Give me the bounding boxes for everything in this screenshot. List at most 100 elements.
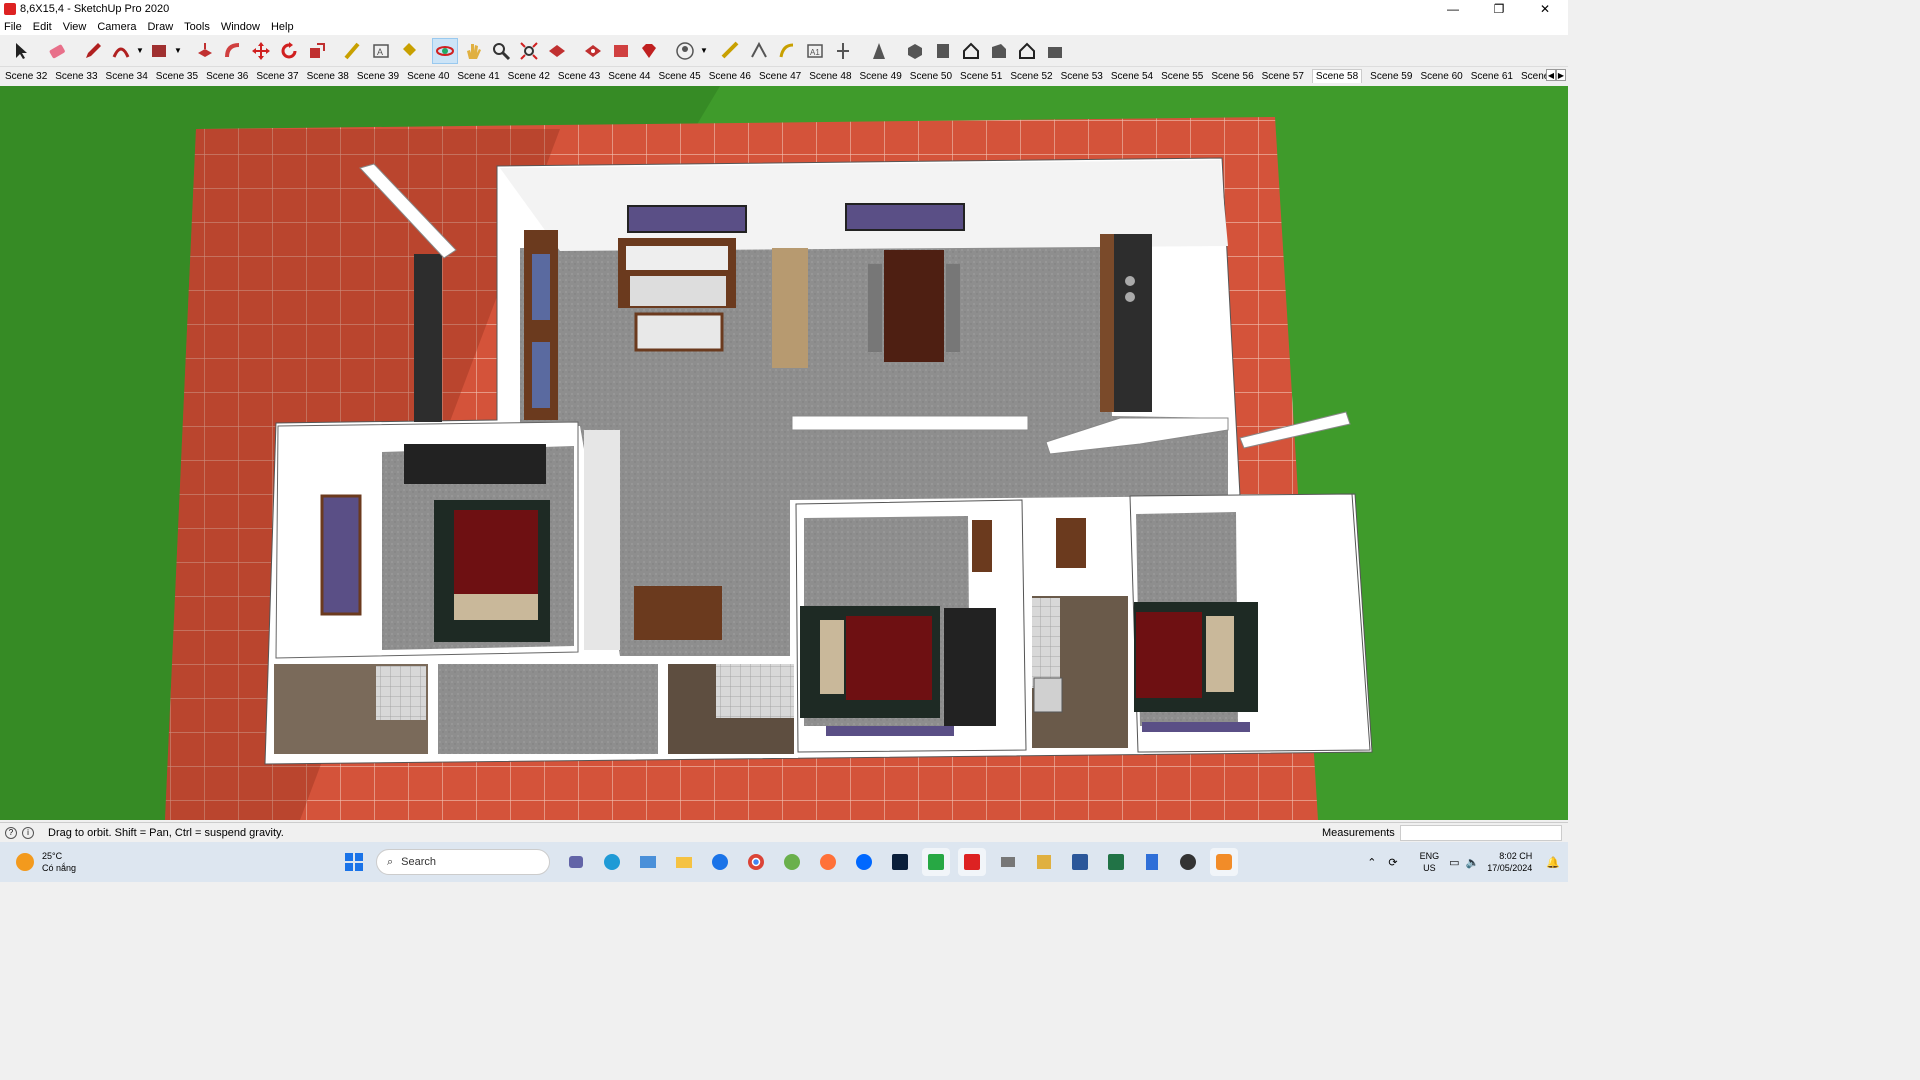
firefox-icon[interactable]	[814, 848, 842, 876]
chevron-down-icon[interactable]: ▼	[174, 46, 184, 55]
scene-tab[interactable]: Scene 48	[809, 70, 851, 83]
menu-draw[interactable]: Draw	[147, 21, 173, 33]
teams-icon[interactable]	[562, 848, 590, 876]
scene-tab[interactable]: Scene 40	[407, 70, 449, 83]
scene-tab[interactable]: Scene 37	[256, 70, 298, 83]
language-indicator[interactable]: ENG US	[1420, 850, 1440, 874]
chrome-icon[interactable]	[742, 848, 770, 876]
scene-prev-button[interactable]: ◀	[1546, 69, 1556, 81]
extension-warehouse-button[interactable]	[580, 38, 606, 64]
line-tool-button[interactable]	[80, 38, 106, 64]
warehouse-button[interactable]	[544, 38, 570, 64]
back-view-button[interactable]	[1014, 38, 1040, 64]
scene-tab[interactable]: Scene 58	[1311, 69, 1363, 83]
model-viewport[interactable]	[0, 86, 1568, 820]
scene-tab[interactable]: Scene 61	[1471, 70, 1513, 83]
start-icon[interactable]	[340, 848, 368, 876]
menu-file[interactable]: File	[4, 21, 22, 33]
scene-tab[interactable]: Scene 52	[1010, 70, 1052, 83]
zalo-icon[interactable]	[850, 848, 878, 876]
taskbar-search-input[interactable]: ⌕ Search	[376, 849, 550, 875]
scene-tab[interactable]: Scene 59	[1370, 70, 1412, 83]
menu-window[interactable]: Window	[221, 21, 260, 33]
move-tool-button[interactable]	[248, 38, 274, 64]
dimension-tool-button[interactable]	[718, 38, 744, 64]
smoll-app-icon[interactable]	[1210, 848, 1238, 876]
right-view-button[interactable]	[986, 38, 1012, 64]
geo-location-icon[interactable]: ?	[5, 826, 17, 839]
scene-tab[interactable]: Scene 46	[709, 70, 751, 83]
obs-icon[interactable]	[1174, 848, 1202, 876]
file-explorer-icon[interactable]	[670, 848, 698, 876]
photoshop-icon[interactable]	[886, 848, 914, 876]
axes-tool-button[interactable]	[774, 38, 800, 64]
menu-help[interactable]: Help	[271, 21, 294, 33]
paint-bucket-button[interactable]	[396, 38, 422, 64]
pan-tool-button[interactable]	[460, 38, 486, 64]
scene-tab[interactable]: Scene 54	[1111, 70, 1153, 83]
weather-widget[interactable]: 25°C Có nắng	[16, 850, 76, 874]
scene-tab[interactable]: Scene 50	[910, 70, 952, 83]
notification-bell-icon[interactable]: 🔔	[1546, 856, 1560, 869]
arc-tool-button[interactable]	[108, 38, 134, 64]
protractor-tool-button[interactable]	[746, 38, 772, 64]
scene-tab[interactable]: Scene 33	[55, 70, 97, 83]
menu-view[interactable]: View	[63, 21, 87, 33]
network-icon[interactable]: ▭	[1449, 856, 1459, 869]
scene-tab[interactable]: Scene 51	[960, 70, 1002, 83]
tray-chevron-up-icon[interactable]: ⌃	[1367, 856, 1376, 869]
orbit-tool-button[interactable]	[432, 37, 458, 64]
sketchup-taskbar-icon[interactable]	[958, 848, 986, 876]
coccoc-icon[interactable]	[778, 848, 806, 876]
send-to-layout-button[interactable]	[608, 38, 634, 64]
menu-edit[interactable]: Edit	[33, 21, 52, 33]
photos-icon[interactable]	[634, 848, 662, 876]
style-builder-icon[interactable]	[994, 848, 1022, 876]
edge-icon[interactable]	[598, 848, 626, 876]
close-button[interactable]: ✕	[1522, 0, 1568, 18]
iso-view-button[interactable]	[902, 38, 928, 64]
scene-tab[interactable]: Scene 32	[5, 70, 47, 83]
follow-me-tool-button[interactable]	[220, 38, 246, 64]
rotate-tool-button[interactable]	[276, 38, 302, 64]
chevron-down-icon[interactable]: ▼	[700, 46, 710, 55]
word-icon[interactable]	[1066, 848, 1094, 876]
tape-measure-button[interactable]	[340, 38, 366, 64]
scene-tab[interactable]: Scene 56	[1211, 70, 1253, 83]
scene-tab[interactable]: Scene 41	[457, 70, 499, 83]
section-plane-button[interactable]	[866, 38, 892, 64]
camtasia-icon[interactable]	[922, 848, 950, 876]
excel-icon[interactable]	[1102, 848, 1130, 876]
zoom-extents-button[interactable]	[516, 38, 542, 64]
zoom-tool-button[interactable]	[488, 38, 514, 64]
menu-camera[interactable]: Camera	[97, 21, 136, 33]
3d-text-button[interactable]: A1	[802, 38, 828, 64]
system-clock[interactable]: 8:02 CH 17/05/2024	[1487, 850, 1532, 874]
sync-icon[interactable]: ⟳	[1388, 856, 1397, 869]
chevron-down-icon[interactable]: ▼	[136, 46, 146, 55]
front-view-button[interactable]	[958, 38, 984, 64]
layout-app-icon[interactable]	[1030, 848, 1058, 876]
left-view-button[interactable]	[1042, 38, 1068, 64]
scene-tab[interactable]: Scene 47	[759, 70, 801, 83]
scene-tab[interactable]: Scene 60	[1420, 70, 1462, 83]
scene-tab[interactable]: Scene 45	[658, 70, 700, 83]
select-tool-button[interactable]	[8, 38, 34, 64]
rectangle-tool-button[interactable]	[146, 38, 172, 64]
minimize-button[interactable]: —	[1430, 0, 1476, 18]
scene-tab[interactable]: Scene 38	[307, 70, 349, 83]
info-icon[interactable]: i	[22, 826, 34, 839]
top-view-button[interactable]	[930, 38, 956, 64]
scene-tab[interactable]: Scene 44	[608, 70, 650, 83]
walk-tool-button[interactable]	[830, 38, 856, 64]
restore-button[interactable]: ❐	[1476, 0, 1522, 18]
scene-next-button[interactable]: ▶	[1556, 69, 1566, 81]
ruby-console-button[interactable]	[636, 38, 662, 64]
scene-tab[interactable]: Scene 55	[1161, 70, 1203, 83]
measurements-input[interactable]	[1400, 824, 1562, 841]
text-tool-button[interactable]: A	[368, 38, 394, 64]
notepad-icon[interactable]	[1138, 848, 1166, 876]
volume-icon[interactable]: 🔈	[1466, 856, 1480, 869]
scene-tab[interactable]: Scene 57	[1262, 70, 1304, 83]
scene-tab[interactable]: Scene 36	[206, 70, 248, 83]
